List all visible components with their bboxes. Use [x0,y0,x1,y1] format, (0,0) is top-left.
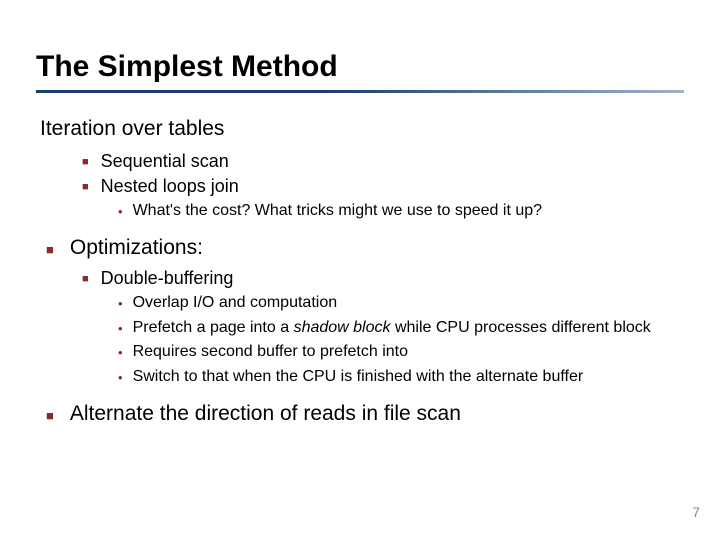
list-item: • Requires second buffer to prefetch int… [118,342,684,363]
list-item: • Prefetch a page into a shadow block wh… [118,318,684,339]
bullet-text: Requires second buffer to prefetch into [133,342,408,363]
bullet-text: Sequential scan [101,151,229,172]
list-item: • Switch to that when the CPU is finishe… [118,367,684,388]
section-optimizations: ■ Optimizations: [46,236,684,260]
section-iteration: Iteration over tables [40,117,684,141]
section-text: Optimizations: [70,236,203,260]
text-pre: Prefetch a page into a [133,319,294,336]
slide-title: The Simplest Method [36,50,684,84]
dot-bullet-icon: • [118,296,123,313]
square-bullet-icon: ■ [82,273,89,285]
bullet-text: What's the cost? What tricks might we us… [133,201,542,222]
dot-bullet-icon: • [118,370,123,387]
dot-bullet-icon: • [118,321,123,338]
square-bullet-icon: ■ [46,408,54,423]
section-alternate: ■ Alternate the direction of reads in fi… [46,402,684,426]
list-item: ■ Nested loops join [82,176,684,197]
list-item: • Overlap I/O and computation [118,293,684,314]
bullet-text: Prefetch a page into a shadow block whil… [133,318,651,339]
bullet-text: Switch to that when the CPU is finished … [133,367,584,388]
text-post: while CPU processes different block [391,319,651,336]
sub-bullets-iteration: • What's the cost? What tricks might we … [118,201,684,222]
dot-bullet-icon: • [118,345,123,362]
bullet-text: Nested loops join [101,176,239,197]
title-rule [36,90,684,93]
square-bullet-icon: ■ [82,156,89,168]
sub-bullets-optimizations: • Overlap I/O and computation • Prefetch… [118,293,684,388]
list-item: • What's the cost? What tricks might we … [118,201,684,222]
page-number: 7 [692,504,700,520]
bullet-text: Overlap I/O and computation [133,293,338,314]
bullet-text: Double-buffering [101,268,234,289]
section-text: Alternate the direction of reads in file… [70,402,461,426]
bullets-optimizations: ■ Double-buffering [82,268,684,289]
bullets-iteration: ■ Sequential scan ■ Nested loops join [82,151,684,197]
slide: The Simplest Method Iteration over table… [0,0,720,540]
list-item: ■ Sequential scan [82,151,684,172]
dot-bullet-icon: • [118,204,123,221]
square-bullet-icon: ■ [82,181,89,193]
list-item: ■ Double-buffering [82,268,684,289]
square-bullet-icon: ■ [46,242,54,257]
text-em: shadow block [294,319,391,336]
